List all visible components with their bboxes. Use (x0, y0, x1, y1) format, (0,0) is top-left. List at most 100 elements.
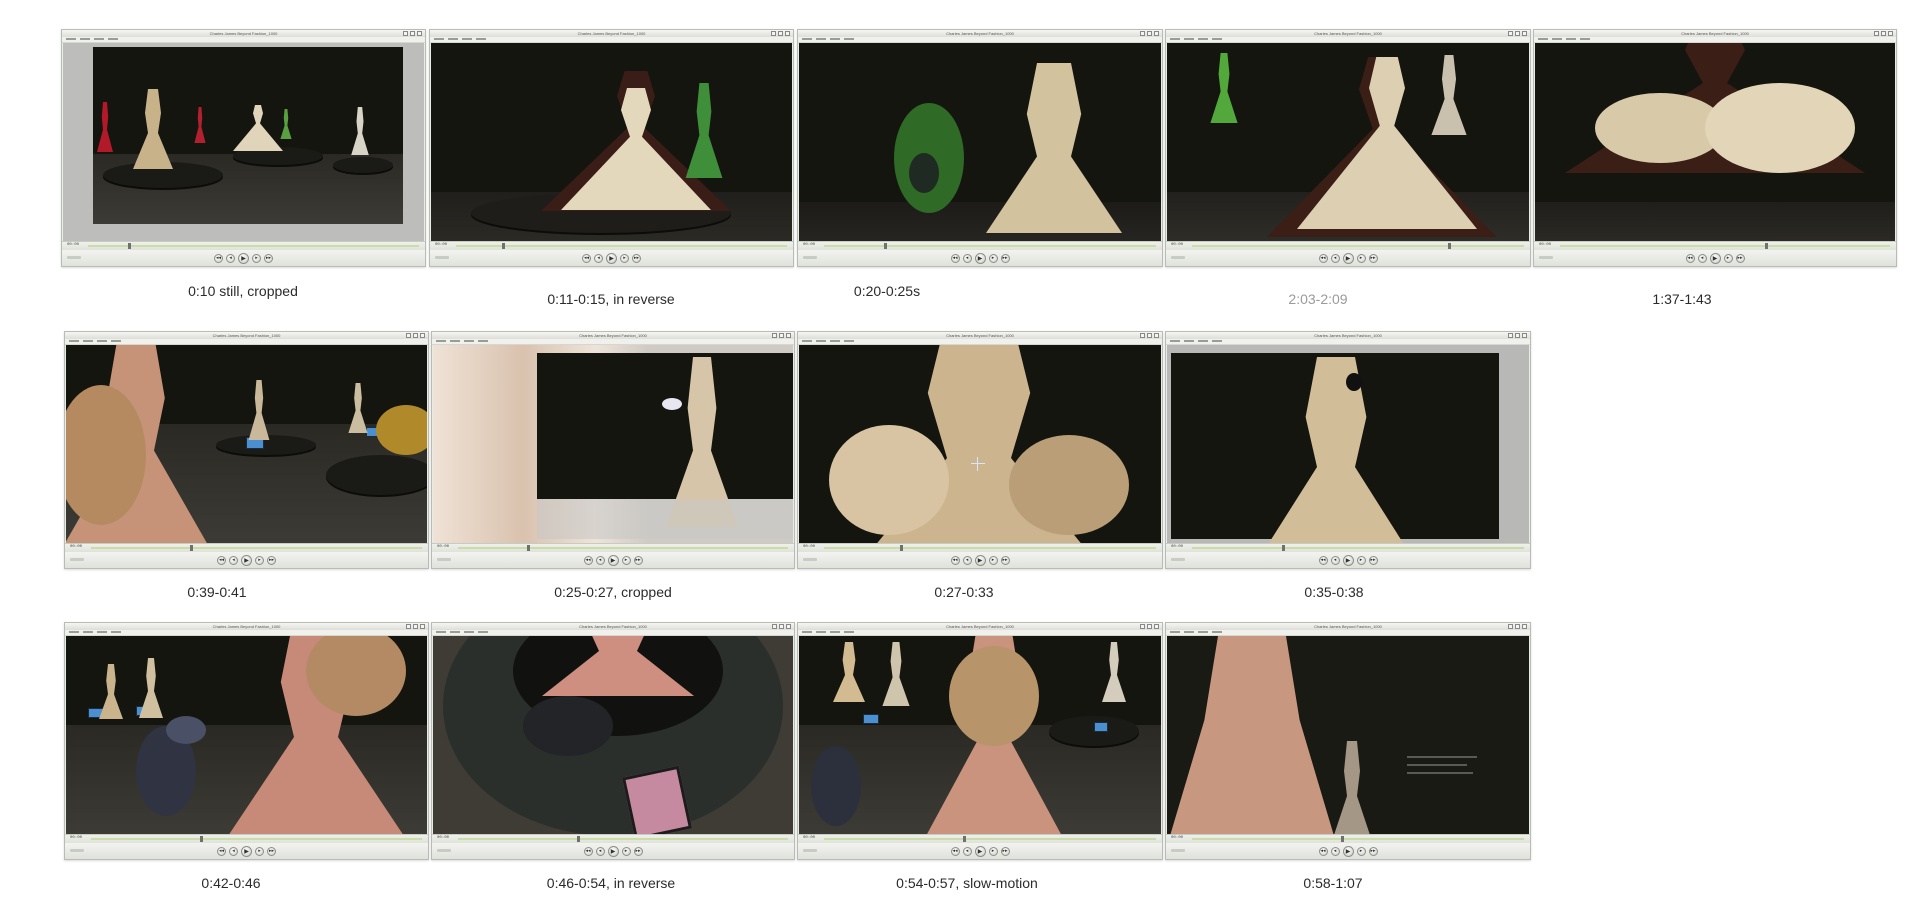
scrubber-handle[interactable] (883, 243, 887, 249)
scrubber-handle[interactable] (1764, 243, 1768, 249)
video-viewport[interactable] (433, 345, 793, 544)
video-viewport[interactable] (1535, 43, 1895, 242)
step-forward-icon[interactable]: ▸ (621, 555, 631, 565)
video-viewport[interactable] (799, 43, 1161, 242)
step-forward-icon[interactable]: ▸ (255, 846, 264, 856)
fast-forward-icon[interactable]: ▸▸ (1000, 253, 1010, 263)
timeline[interactable]: 00:00 (65, 543, 428, 552)
window-buttons[interactable] (403, 31, 422, 36)
video-viewport[interactable] (799, 636, 1161, 835)
step-back-icon[interactable]: ◂ (594, 253, 603, 263)
play-icon[interactable]: ▶ (607, 845, 619, 857)
rewind-icon[interactable]: ◂◂ (583, 846, 593, 856)
step-forward-icon[interactable]: ▸ (1356, 846, 1366, 856)
step-back-icon[interactable]: ◂ (229, 555, 238, 565)
step-forward-icon[interactable]: ▸ (255, 555, 264, 565)
step-back-icon[interactable]: ◂ (226, 253, 235, 263)
step-back-icon[interactable]: ◂ (595, 555, 605, 565)
window-buttons[interactable] (771, 31, 790, 36)
timeline[interactable]: 00:00 (432, 834, 794, 843)
play-icon[interactable]: ▶ (1342, 252, 1354, 264)
player-frame[interactable]: Charles James Beyond Fashion_1000 00:00 … (64, 331, 429, 569)
window-buttons[interactable] (1874, 31, 1893, 36)
volume-slider[interactable] (435, 256, 449, 259)
video-viewport[interactable] (66, 636, 427, 835)
fast-forward-icon[interactable]: ▸▸ (264, 253, 273, 263)
video-viewport[interactable] (66, 345, 427, 544)
play-icon[interactable]: ▶ (238, 252, 249, 264)
step-back-icon[interactable]: ◂ (595, 846, 605, 856)
scrubber-handle[interactable] (1447, 243, 1451, 249)
scrubber-handle[interactable] (576, 836, 580, 842)
player-frame[interactable]: Charles James Beyond Fashion_1000 00:00 … (797, 331, 1163, 569)
player-frame[interactable]: Charles James Beyond Fashion_1000 00:00 … (1165, 622, 1531, 860)
play-icon[interactable]: ▶ (974, 845, 986, 857)
player-frame[interactable]: Charles James Beyond Fashion_1000 00:00 … (431, 622, 795, 860)
window-buttons[interactable] (772, 624, 791, 629)
player-frame[interactable]: Charles James Beyond Fashion_1000 00:00 … (429, 29, 794, 267)
timeline[interactable]: 00:00 (1534, 241, 1896, 250)
fast-forward-icon[interactable]: ▸▸ (1735, 253, 1745, 263)
video-viewport[interactable] (1167, 43, 1529, 242)
volume-slider[interactable] (803, 256, 817, 259)
player-frame[interactable]: Charles James Beyond Fashion_1000 00:00 … (61, 29, 426, 267)
step-forward-icon[interactable]: ▸ (1723, 253, 1733, 263)
fast-forward-icon[interactable]: ▸▸ (633, 555, 643, 565)
fast-forward-icon[interactable]: ▸▸ (1368, 253, 1378, 263)
player-frame[interactable]: Charles James Beyond Fashion_1000 00:00 … (1165, 29, 1531, 267)
player-frame[interactable]: Charles James Beyond Fashion_1000 00:00 … (797, 29, 1163, 267)
volume-slider[interactable] (1171, 849, 1185, 852)
timeline[interactable]: 00:00 (1166, 834, 1530, 843)
fast-forward-icon[interactable]: ▸▸ (267, 555, 276, 565)
video-viewport[interactable] (1167, 345, 1529, 544)
window-buttons[interactable] (1140, 31, 1159, 36)
play-icon[interactable]: ▶ (974, 252, 986, 264)
step-forward-icon[interactable]: ▸ (988, 555, 998, 565)
play-icon[interactable]: ▶ (1342, 845, 1354, 857)
player-frame[interactable]: Charles James Beyond Fashion_1000 00:00 … (1165, 331, 1531, 569)
volume-slider[interactable] (437, 558, 451, 561)
window-buttons[interactable] (406, 624, 425, 629)
timeline[interactable]: 00:00 (430, 241, 793, 250)
window-buttons[interactable] (1508, 31, 1527, 36)
play-icon[interactable]: ▶ (607, 554, 619, 566)
scrubber-handle[interactable] (502, 243, 506, 249)
timeline[interactable]: 00:00 (798, 241, 1162, 250)
step-forward-icon[interactable]: ▸ (1356, 555, 1366, 565)
scrubber-handle[interactable] (200, 836, 204, 842)
window-buttons[interactable] (1140, 333, 1159, 338)
fast-forward-icon[interactable]: ▸▸ (1000, 555, 1010, 565)
player-frame[interactable]: Charles James Beyond Fashion_1000 00:00 … (64, 622, 429, 860)
rewind-icon[interactable]: ◂◂ (582, 253, 591, 263)
step-back-icon[interactable]: ◂ (1330, 555, 1340, 565)
volume-slider[interactable] (803, 849, 817, 852)
rewind-icon[interactable]: ◂◂ (950, 846, 960, 856)
step-forward-icon[interactable]: ▸ (620, 253, 629, 263)
scrubber-handle[interactable] (127, 243, 131, 249)
video-viewport[interactable] (1167, 636, 1529, 835)
timeline[interactable]: 00:00 (65, 834, 428, 843)
step-forward-icon[interactable]: ▸ (621, 846, 631, 856)
step-back-icon[interactable]: ◂ (229, 846, 238, 856)
rewind-icon[interactable]: ◂◂ (214, 253, 223, 263)
step-forward-icon[interactable]: ▸ (988, 846, 998, 856)
rewind-icon[interactable]: ◂◂ (217, 555, 226, 565)
volume-slider[interactable] (70, 849, 84, 852)
play-icon[interactable]: ▶ (974, 554, 986, 566)
volume-slider[interactable] (1171, 256, 1185, 259)
video-viewport[interactable] (431, 43, 792, 242)
timeline[interactable]: 00:00 (432, 543, 794, 552)
rewind-icon[interactable]: ◂◂ (1318, 555, 1328, 565)
rewind-icon[interactable]: ◂◂ (583, 555, 593, 565)
rewind-icon[interactable]: ◂◂ (1318, 846, 1328, 856)
volume-slider[interactable] (1539, 256, 1553, 259)
play-icon[interactable]: ▶ (1342, 554, 1354, 566)
fast-forward-icon[interactable]: ▸▸ (632, 253, 641, 263)
play-icon[interactable]: ▶ (241, 554, 252, 566)
step-back-icon[interactable]: ◂ (1330, 253, 1340, 263)
play-icon[interactable]: ▶ (1709, 252, 1721, 264)
volume-slider[interactable] (803, 558, 817, 561)
step-back-icon[interactable]: ◂ (1330, 846, 1340, 856)
window-buttons[interactable] (1508, 624, 1527, 629)
step-forward-icon[interactable]: ▸ (1356, 253, 1366, 263)
